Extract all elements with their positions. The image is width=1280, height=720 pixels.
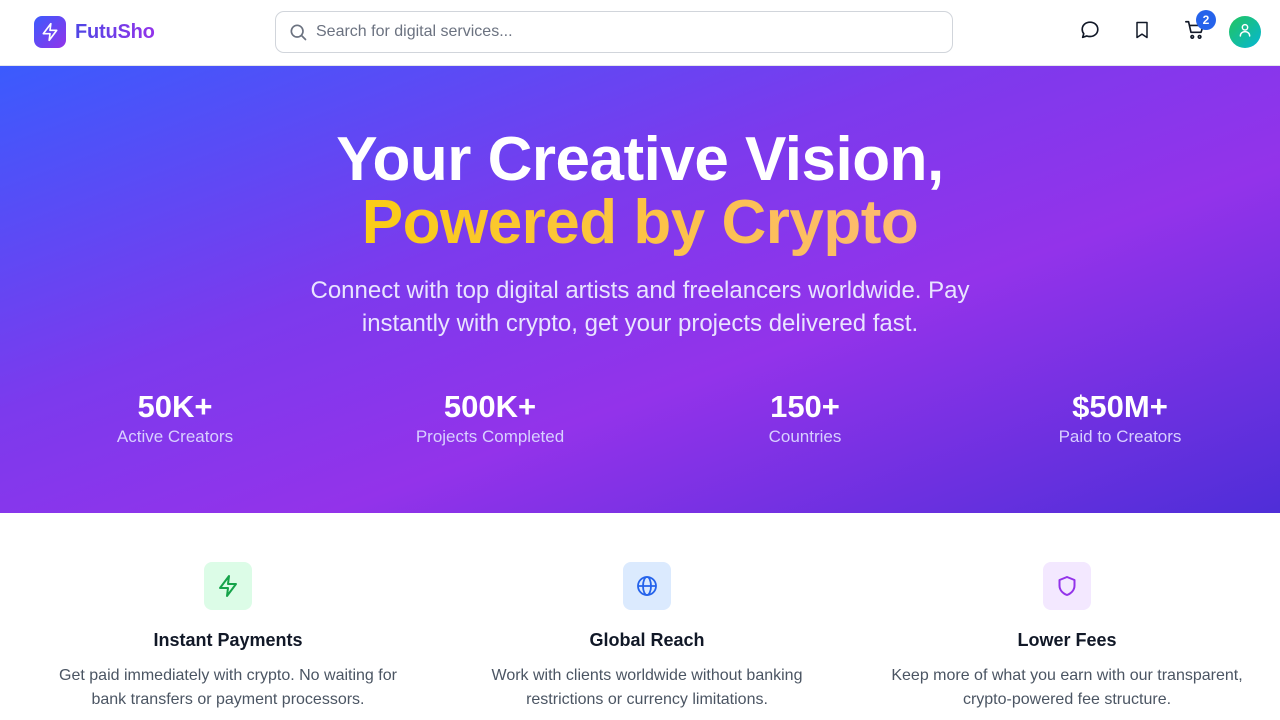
hero-subtitle-line-1: Connect with top digital artists and fre… xyxy=(310,277,970,304)
hero-title-highlight: Powered by Crypto xyxy=(361,188,919,257)
feature-lower-fees: Lower Fees Keep more of what you earn wi… xyxy=(867,562,1267,712)
stat-projects-completed: 500K+ Projects Completed xyxy=(360,388,620,448)
feature-description: Get paid immediately with crypto. No wai… xyxy=(28,664,428,712)
bookmark-icon xyxy=(1132,19,1152,46)
feature-title: Lower Fees xyxy=(1017,630,1117,650)
lightning-bolt-icon xyxy=(34,16,66,48)
feature-description: Keep more of what you earn with our tran… xyxy=(867,664,1267,712)
messages-button[interactable] xyxy=(1078,20,1102,44)
brand-logo-link[interactable]: FutuSho xyxy=(34,16,155,48)
stat-value: 150+ xyxy=(770,389,840,424)
cart-count-badge: 2 xyxy=(1196,10,1216,30)
hero-subtitle: Connect with top digital artists and fre… xyxy=(240,274,1040,340)
stat-paid-to-creators: $50M+ Paid to Creators xyxy=(990,388,1250,448)
feature-global-reach: Global Reach Work with clients worldwide… xyxy=(447,562,847,712)
user-icon xyxy=(1237,22,1253,43)
stat-active-creators: 50K+ Active Creators xyxy=(45,388,305,448)
feature-description: Work with clients worldwide without bank… xyxy=(447,664,847,712)
hero-subtitle-line-2: instantly with crypto, get your projects… xyxy=(361,310,919,337)
feature-description-line: Work with clients worldwide without bank… xyxy=(491,667,803,684)
message-icon xyxy=(1079,19,1101,46)
feature-title: Global Reach xyxy=(589,630,705,650)
hero-title-line-2: Powered by Crypto xyxy=(0,190,1280,256)
feature-description-line: restrictions or currency limitations. xyxy=(526,691,768,708)
bookmarks-button[interactable] xyxy=(1130,20,1154,44)
stat-countries: 150+ Countries xyxy=(675,388,935,448)
search-bar[interactable] xyxy=(275,11,953,53)
feature-instant-payments: Instant Payments Get paid immediately wi… xyxy=(28,562,428,712)
stat-value: 500K+ xyxy=(443,389,537,424)
stat-label: Projects Completed xyxy=(415,427,565,446)
feature-description-line: bank transfers or payment processors. xyxy=(91,691,365,708)
stat-label: Countries xyxy=(768,427,842,446)
stat-label: Active Creators xyxy=(116,427,234,446)
feature-title: Instant Payments xyxy=(153,630,303,650)
globe-icon xyxy=(623,562,671,610)
search-input[interactable] xyxy=(316,12,946,52)
shield-icon xyxy=(1043,562,1091,610)
stat-label: Paid to Creators xyxy=(1058,427,1182,446)
brand-name: FutuSho xyxy=(75,20,155,43)
hero-section: Your Creative Vision, Powered by Crypto … xyxy=(0,66,1280,513)
user-avatar[interactable] xyxy=(1229,16,1261,48)
lightning-icon xyxy=(204,562,252,610)
search-icon xyxy=(288,22,308,42)
feature-description-line: crypto-powered fee structure. xyxy=(962,691,1172,708)
feature-description-line: Keep more of what you earn with our tran… xyxy=(891,667,1243,684)
stat-value: $50M+ xyxy=(1072,389,1168,424)
stat-value: 50K+ xyxy=(137,389,213,424)
feature-description-line: Get paid immediately with crypto. No wai… xyxy=(59,667,397,684)
top-navigation-bar: FutuSho 2 xyxy=(0,0,1280,66)
hero-title-line-1: Your Creative Vision, xyxy=(336,125,944,194)
